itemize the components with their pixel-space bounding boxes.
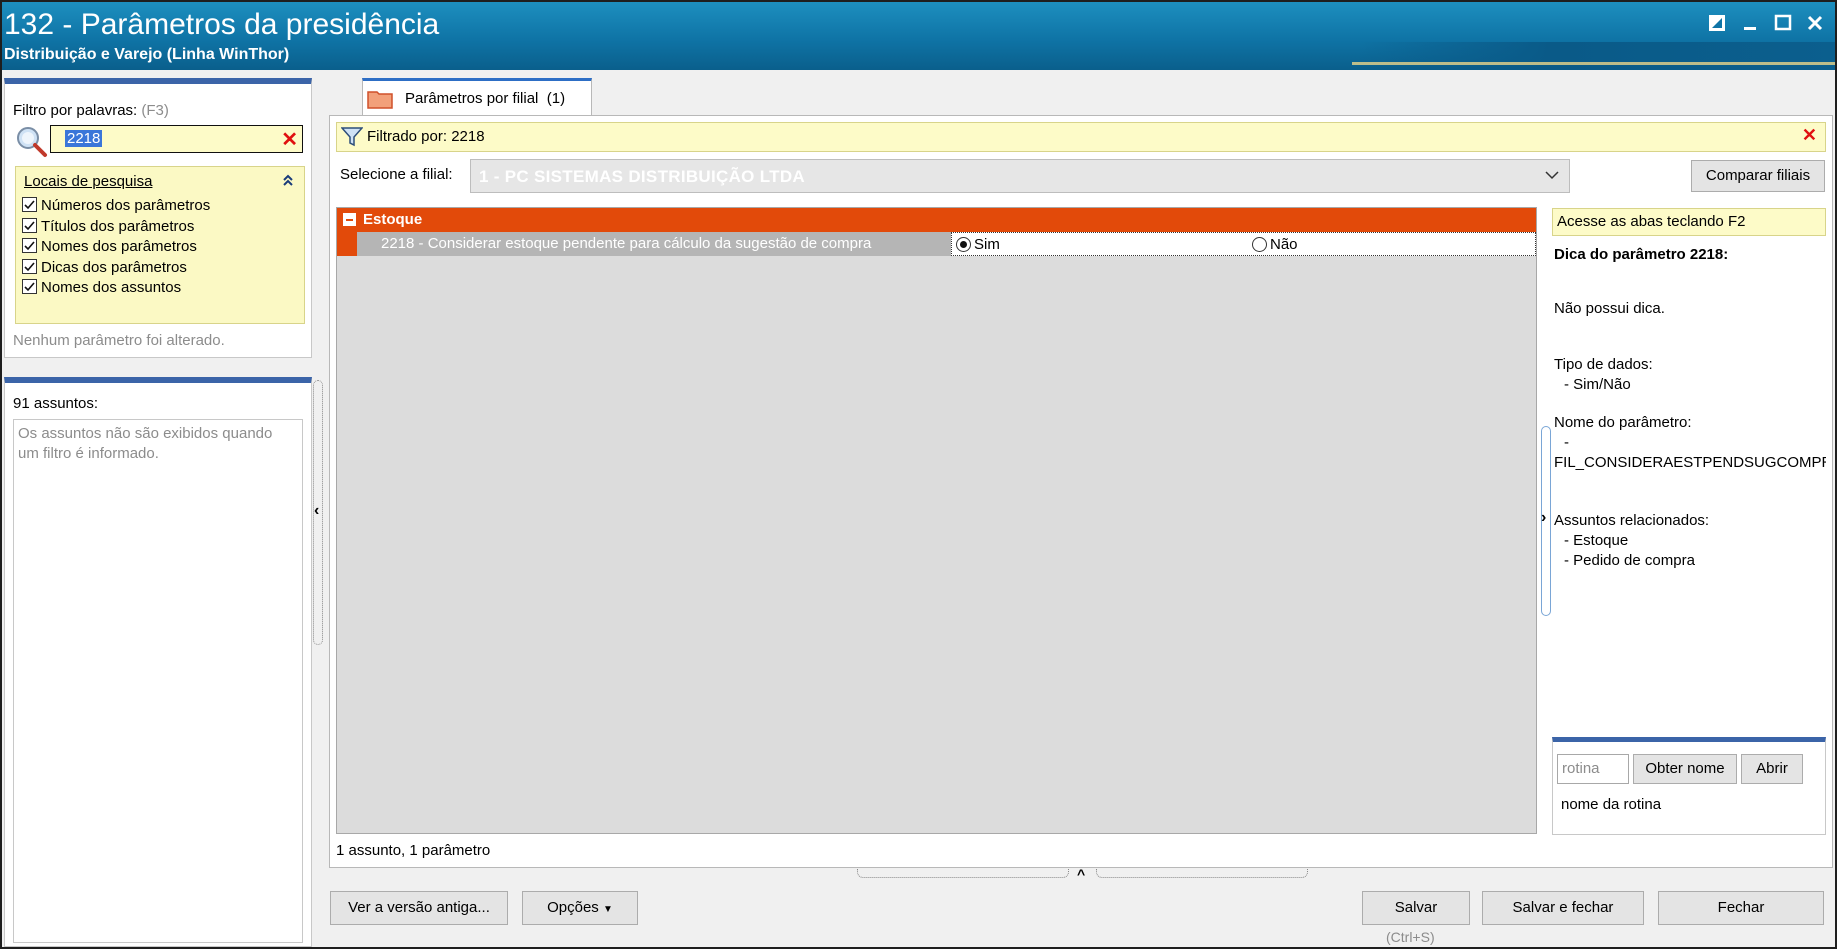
main-panel: Filtrado por: 2218 ✕ Selecione a filial:…	[329, 115, 1833, 868]
filtered-by-text: Filtrado por: 2218	[367, 128, 485, 145]
close-button[interactable]: Fechar	[1658, 891, 1824, 925]
param-name-label: Nome do parâmetro:	[1554, 414, 1692, 431]
maximize-icon[interactable]	[1770, 10, 1796, 36]
funnel-icon	[340, 127, 364, 152]
parameter-options: Sim Não	[951, 232, 1536, 256]
hint-text: Não possui dica.	[1554, 300, 1665, 317]
related-subject-item: - Estoque	[1564, 532, 1629, 549]
branch-label: Selecione a filial:	[340, 166, 453, 183]
search-locations: Locais de pesquisa Números dos parâmetro…	[15, 166, 305, 324]
checkbox-icon[interactable]	[22, 197, 37, 212]
options-button[interactable]: Opções ▼	[522, 891, 638, 925]
branch-select-value: 1 - PC SISTEMAS DISTRIBUIÇÃO LTDA	[479, 167, 805, 186]
bottom-splitter-left[interactable]	[857, 869, 1069, 878]
related-subject-item: - Pedido de compra	[1564, 552, 1695, 569]
filter-input[interactable]: 2218 ✕	[50, 125, 303, 153]
search-icon	[15, 125, 49, 159]
restore-edit-icon[interactable]	[1704, 10, 1730, 36]
checkbox-parameter-hints[interactable]: Dicas dos parâmetros	[22, 259, 187, 281]
data-type-label: Tipo de dados:	[1554, 356, 1653, 373]
save-shortcut-hint: (Ctrl+S)	[1386, 929, 1435, 945]
collapse-left-chevron-icon[interactable]: ‹	[314, 502, 319, 520]
related-subjects-label: Assuntos relacionados:	[1554, 512, 1710, 529]
compare-branches-button[interactable]: Comparar filiais	[1691, 160, 1825, 192]
param-name-value: FIL_CONSIDERAESTPENDSUGCOMPR.	[1554, 454, 1826, 471]
title-bar: 132 - Parâmetros da presidência Distribu…	[2, 2, 1835, 70]
filter-panel: Filtro por palavras: (F3) 2218 ✕ Locais …	[4, 78, 312, 358]
filter-label: Filtro por palavras: (F3)	[13, 102, 169, 119]
checkbox-parameter-names[interactable]: Nomes dos parâmetros	[22, 238, 197, 260]
filter-row: 2218 ✕	[15, 125, 305, 157]
filter-shortcut: (F3)	[141, 102, 169, 119]
window-title: 132 - Parâmetros da presidência	[4, 8, 440, 41]
branch-select[interactable]: 1 - PC SISTEMAS DISTRIBUIÇÃO LTDA	[470, 159, 1570, 193]
checkbox-icon[interactable]	[22, 279, 37, 294]
parameter-description: 2218 - Considerar estoque pendente para …	[357, 232, 951, 256]
parameters-grid: Estoque 2218 - Considerar estoque penden…	[336, 207, 1537, 834]
clear-filter-icon[interactable]: ✕	[281, 127, 298, 152]
checkbox-subject-names[interactable]: Nomes dos assuntos	[22, 279, 181, 301]
data-type-value: - Sim/Não	[1564, 376, 1631, 393]
expand-up-chevron-icon[interactable]: ^	[1077, 866, 1085, 882]
collapse-right-chevron-icon[interactable]: ›	[1541, 509, 1546, 527]
checkbox-icon[interactable]	[22, 259, 37, 274]
folder-icon	[367, 89, 393, 114]
radio-sim[interactable]: Sim	[956, 236, 1000, 253]
checkbox-icon[interactable]	[22, 238, 37, 253]
filter-input-value: 2218	[65, 130, 103, 147]
collapse-chevron-icon[interactable]	[282, 173, 294, 189]
clear-filtered-icon[interactable]: ✕	[1802, 125, 1817, 146]
bottom-splitter-right[interactable]	[1096, 869, 1308, 878]
radio-selected-icon[interactable]	[956, 237, 971, 252]
old-version-button[interactable]: Ver a versão antiga...	[330, 891, 508, 925]
tab-parameters-by-branch[interactable]: Parâmetros por filial (1)	[362, 78, 592, 116]
parameter-row: 2218 - Considerar estoque pendente para …	[337, 232, 1536, 256]
save-button[interactable]: Salvar	[1362, 891, 1470, 925]
checkbox-parameter-numbers[interactable]: Números dos parâmetros	[22, 197, 210, 219]
collapse-group-icon[interactable]	[343, 213, 356, 226]
search-locations-title[interactable]: Locais de pesquisa	[24, 173, 152, 190]
filtered-by-bar: Filtrado por: 2218 ✕	[336, 122, 1826, 152]
close-icon[interactable]	[1802, 10, 1828, 36]
get-name-button[interactable]: Obter nome	[1633, 754, 1737, 784]
app-window: 132 - Parâmetros da presidência Distribu…	[0, 0, 1837, 949]
routine-input[interactable]: rotina	[1557, 754, 1629, 784]
save-and-close-button[interactable]: Salvar e fechar	[1482, 891, 1644, 925]
subjects-count-label: 91 assuntos:	[13, 395, 99, 412]
checkbox-parameter-titles[interactable]: Títulos dos parâmetros	[22, 218, 194, 240]
chevron-down-icon[interactable]	[1543, 166, 1561, 189]
minimize-icon[interactable]	[1738, 10, 1764, 36]
checkbox-icon[interactable]	[22, 218, 37, 233]
routine-panel: rotina Obter nome Abrir nome da rotina	[1552, 737, 1826, 835]
grid-summary: 1 assunto, 1 parâmetro	[336, 842, 491, 859]
radio-nao[interactable]: Não	[1252, 236, 1298, 253]
tabs-shortcut-tip: Acesse as abas teclando F2	[1552, 208, 1826, 236]
dropdown-arrow-icon: ▼	[602, 904, 613, 915]
subjects-panel: 91 assuntos: Os assuntos não são exibido…	[4, 377, 312, 947]
change-status-text: Nenhum parâmetro foi alterado.	[13, 332, 225, 349]
subjects-list[interactable]: Os assuntos não são exibidos quando um f…	[13, 419, 303, 943]
radio-unselected-icon[interactable]	[1252, 237, 1267, 252]
window-subtitle: Distribuição e Varejo (Linha WinThor)	[4, 46, 290, 63]
routine-name-label: nome da rotina	[1561, 796, 1662, 813]
param-name-dash: -	[1564, 434, 1569, 451]
hint-title: Dica do parâmetro 2218:	[1554, 246, 1729, 263]
group-header-estoque[interactable]: Estoque	[337, 208, 1536, 232]
open-button[interactable]: Abrir	[1741, 754, 1803, 784]
